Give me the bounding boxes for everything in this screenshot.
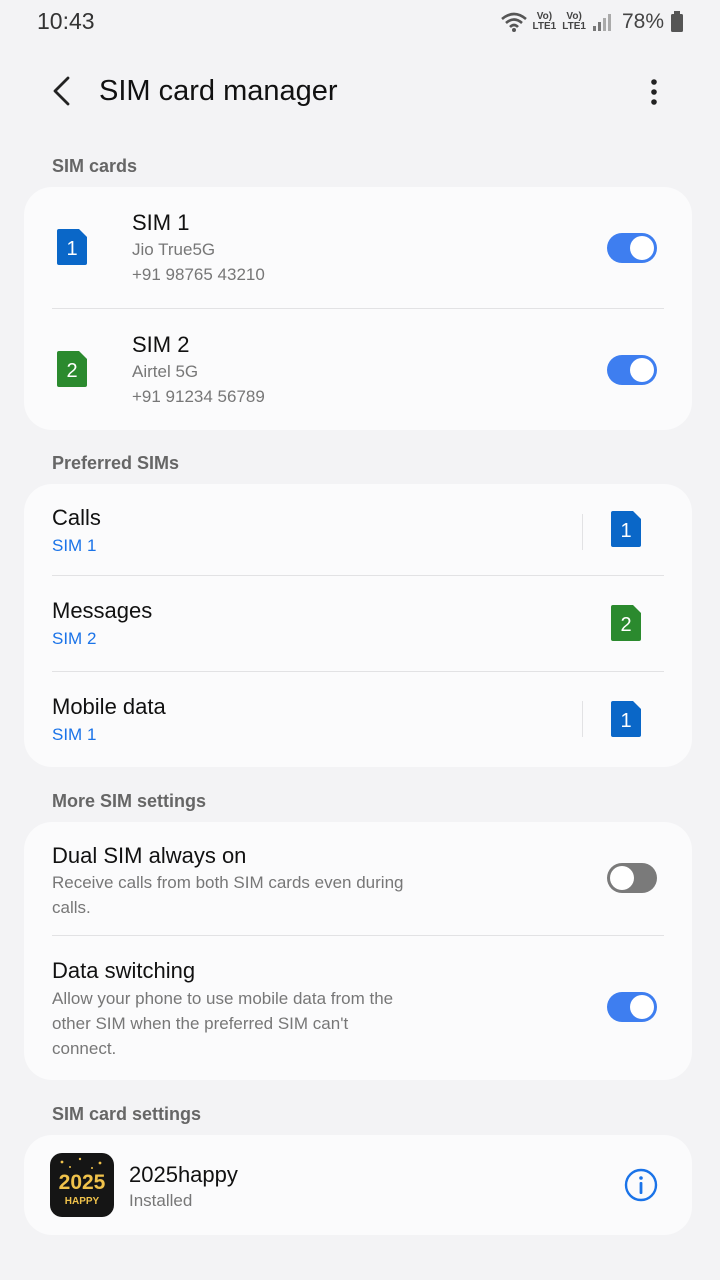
dual-sim-always-on-row[interactable]: Dual SIM always on Receive calls from bo…	[24, 822, 692, 935]
info-icon[interactable]	[623, 1167, 659, 1203]
toggle-knob	[610, 866, 634, 890]
app-row[interactable]: 2025 HAPPY 2025happy Installed	[24, 1135, 692, 1235]
app-status: Installed	[129, 1191, 193, 1210]
svg-text:2: 2	[620, 614, 631, 636]
mobile-data-label: Mobile data	[52, 694, 166, 719]
calls-label: Calls	[52, 505, 101, 530]
preferred-calls-row[interactable]: Calls SIM 1 1	[24, 484, 692, 576]
sim2-toggle[interactable]	[607, 355, 657, 385]
sim1-number: +91 98765 43210	[132, 265, 265, 284]
messages-label: Messages	[52, 598, 153, 623]
sim1-carrier: Jio True5G	[132, 240, 216, 259]
toggle-knob	[630, 236, 654, 260]
data-switching-description: Allow your phone to use mobile data from…	[52, 989, 394, 1058]
sim2-carrier: Airtel 5G	[132, 362, 199, 381]
battery-percent: 78%	[621, 10, 664, 33]
dual-sim-toggle[interactable]	[607, 863, 657, 893]
app-name: 2025happy	[129, 1162, 238, 1187]
mobile-data-value: SIM 1	[52, 725, 97, 744]
dual-sim-label: Dual SIM always on	[52, 843, 247, 868]
sim2-number: +91 91234 56789	[132, 387, 265, 406]
vertical-separator	[582, 701, 583, 737]
volte2-indicator: Vo) LTE1	[562, 11, 586, 32]
app-icon-text: HAPPY	[64, 1196, 100, 1207]
sim2-icon: 2	[57, 351, 87, 387]
messages-value: SIM 2	[52, 629, 97, 648]
signal-icon	[592, 14, 611, 31]
calls-value: SIM 1	[52, 536, 97, 555]
svg-text:1: 1	[66, 238, 77, 260]
sim1-toggle[interactable]	[607, 233, 657, 263]
sim1-icon[interactable]: 1	[611, 701, 641, 737]
sim2-icon[interactable]: 2	[611, 605, 641, 641]
sim2-row[interactable]: 2 SIM 2 Airtel 5G +91 91234 56789	[24, 309, 692, 430]
preferred-mobile-data-row[interactable]: Mobile data SIM 1 1	[24, 672, 692, 767]
back-arrow-icon[interactable]	[46, 74, 80, 108]
section-sim-cards: SIM cards	[52, 156, 138, 176]
svg-text:2: 2	[66, 360, 77, 382]
sim-card-settings-card: 2025 HAPPY 2025happy Installed	[24, 1135, 692, 1235]
more-sim-settings-card: Dual SIM always on Receive calls from bo…	[24, 822, 692, 1080]
volte1-indicator: Vo) LTE1	[532, 11, 557, 32]
vertical-separator	[582, 514, 583, 550]
page-title: SIM card manager	[99, 75, 338, 107]
firework-graphic	[60, 1157, 102, 1169]
sim1-row[interactable]: 1 SIM 1 Jio True5G +91 98765 43210	[24, 187, 692, 308]
section-preferred-sims: Preferred SIMs	[52, 453, 180, 473]
data-switching-row[interactable]: Data switching Allow your phone to use m…	[24, 936, 692, 1080]
sim1-icon: 1	[57, 229, 87, 265]
status-icons: Vo) LTE1 Vo) LTE1 78%	[500, 8, 684, 36]
sim2-name: SIM 2	[132, 332, 190, 357]
section-more-sim-settings: More SIM settings	[52, 791, 207, 811]
svg-text:1: 1	[620, 710, 631, 732]
preferred-messages-row[interactable]: Messages SIM 2 2	[24, 576, 692, 671]
wifi-icon	[500, 12, 527, 32]
sim1-icon[interactable]: 1	[611, 511, 641, 547]
status-time: 10:43	[37, 8, 95, 34]
status-bar: 10:43 Vo) LTE1 Vo) LTE1 78%	[0, 0, 720, 44]
dual-sim-description: Receive calls from both SIM cards even d…	[52, 873, 404, 917]
sim1-name: SIM 1	[132, 210, 190, 235]
svg-text:1: 1	[620, 520, 631, 542]
app-icon: 2025 HAPPY	[50, 1153, 114, 1217]
section-sim-card-settings: SIM card settings	[52, 1104, 202, 1124]
data-switching-toggle[interactable]	[607, 992, 657, 1022]
data-switching-label: Data switching	[52, 958, 196, 983]
app-bar: SIM card manager	[0, 56, 720, 128]
more-vert-icon[interactable]	[636, 74, 672, 110]
toggle-knob	[630, 995, 654, 1019]
preferred-sims-card: Calls SIM 1 1 Messages SIM 2 2 Mobile da…	[24, 484, 692, 767]
battery-icon	[671, 11, 683, 32]
app-icon-year: 2025	[58, 1171, 106, 1194]
toggle-knob	[630, 358, 654, 382]
sim-cards-card: 1 SIM 1 Jio True5G +91 98765 43210 2 SIM…	[24, 187, 692, 430]
